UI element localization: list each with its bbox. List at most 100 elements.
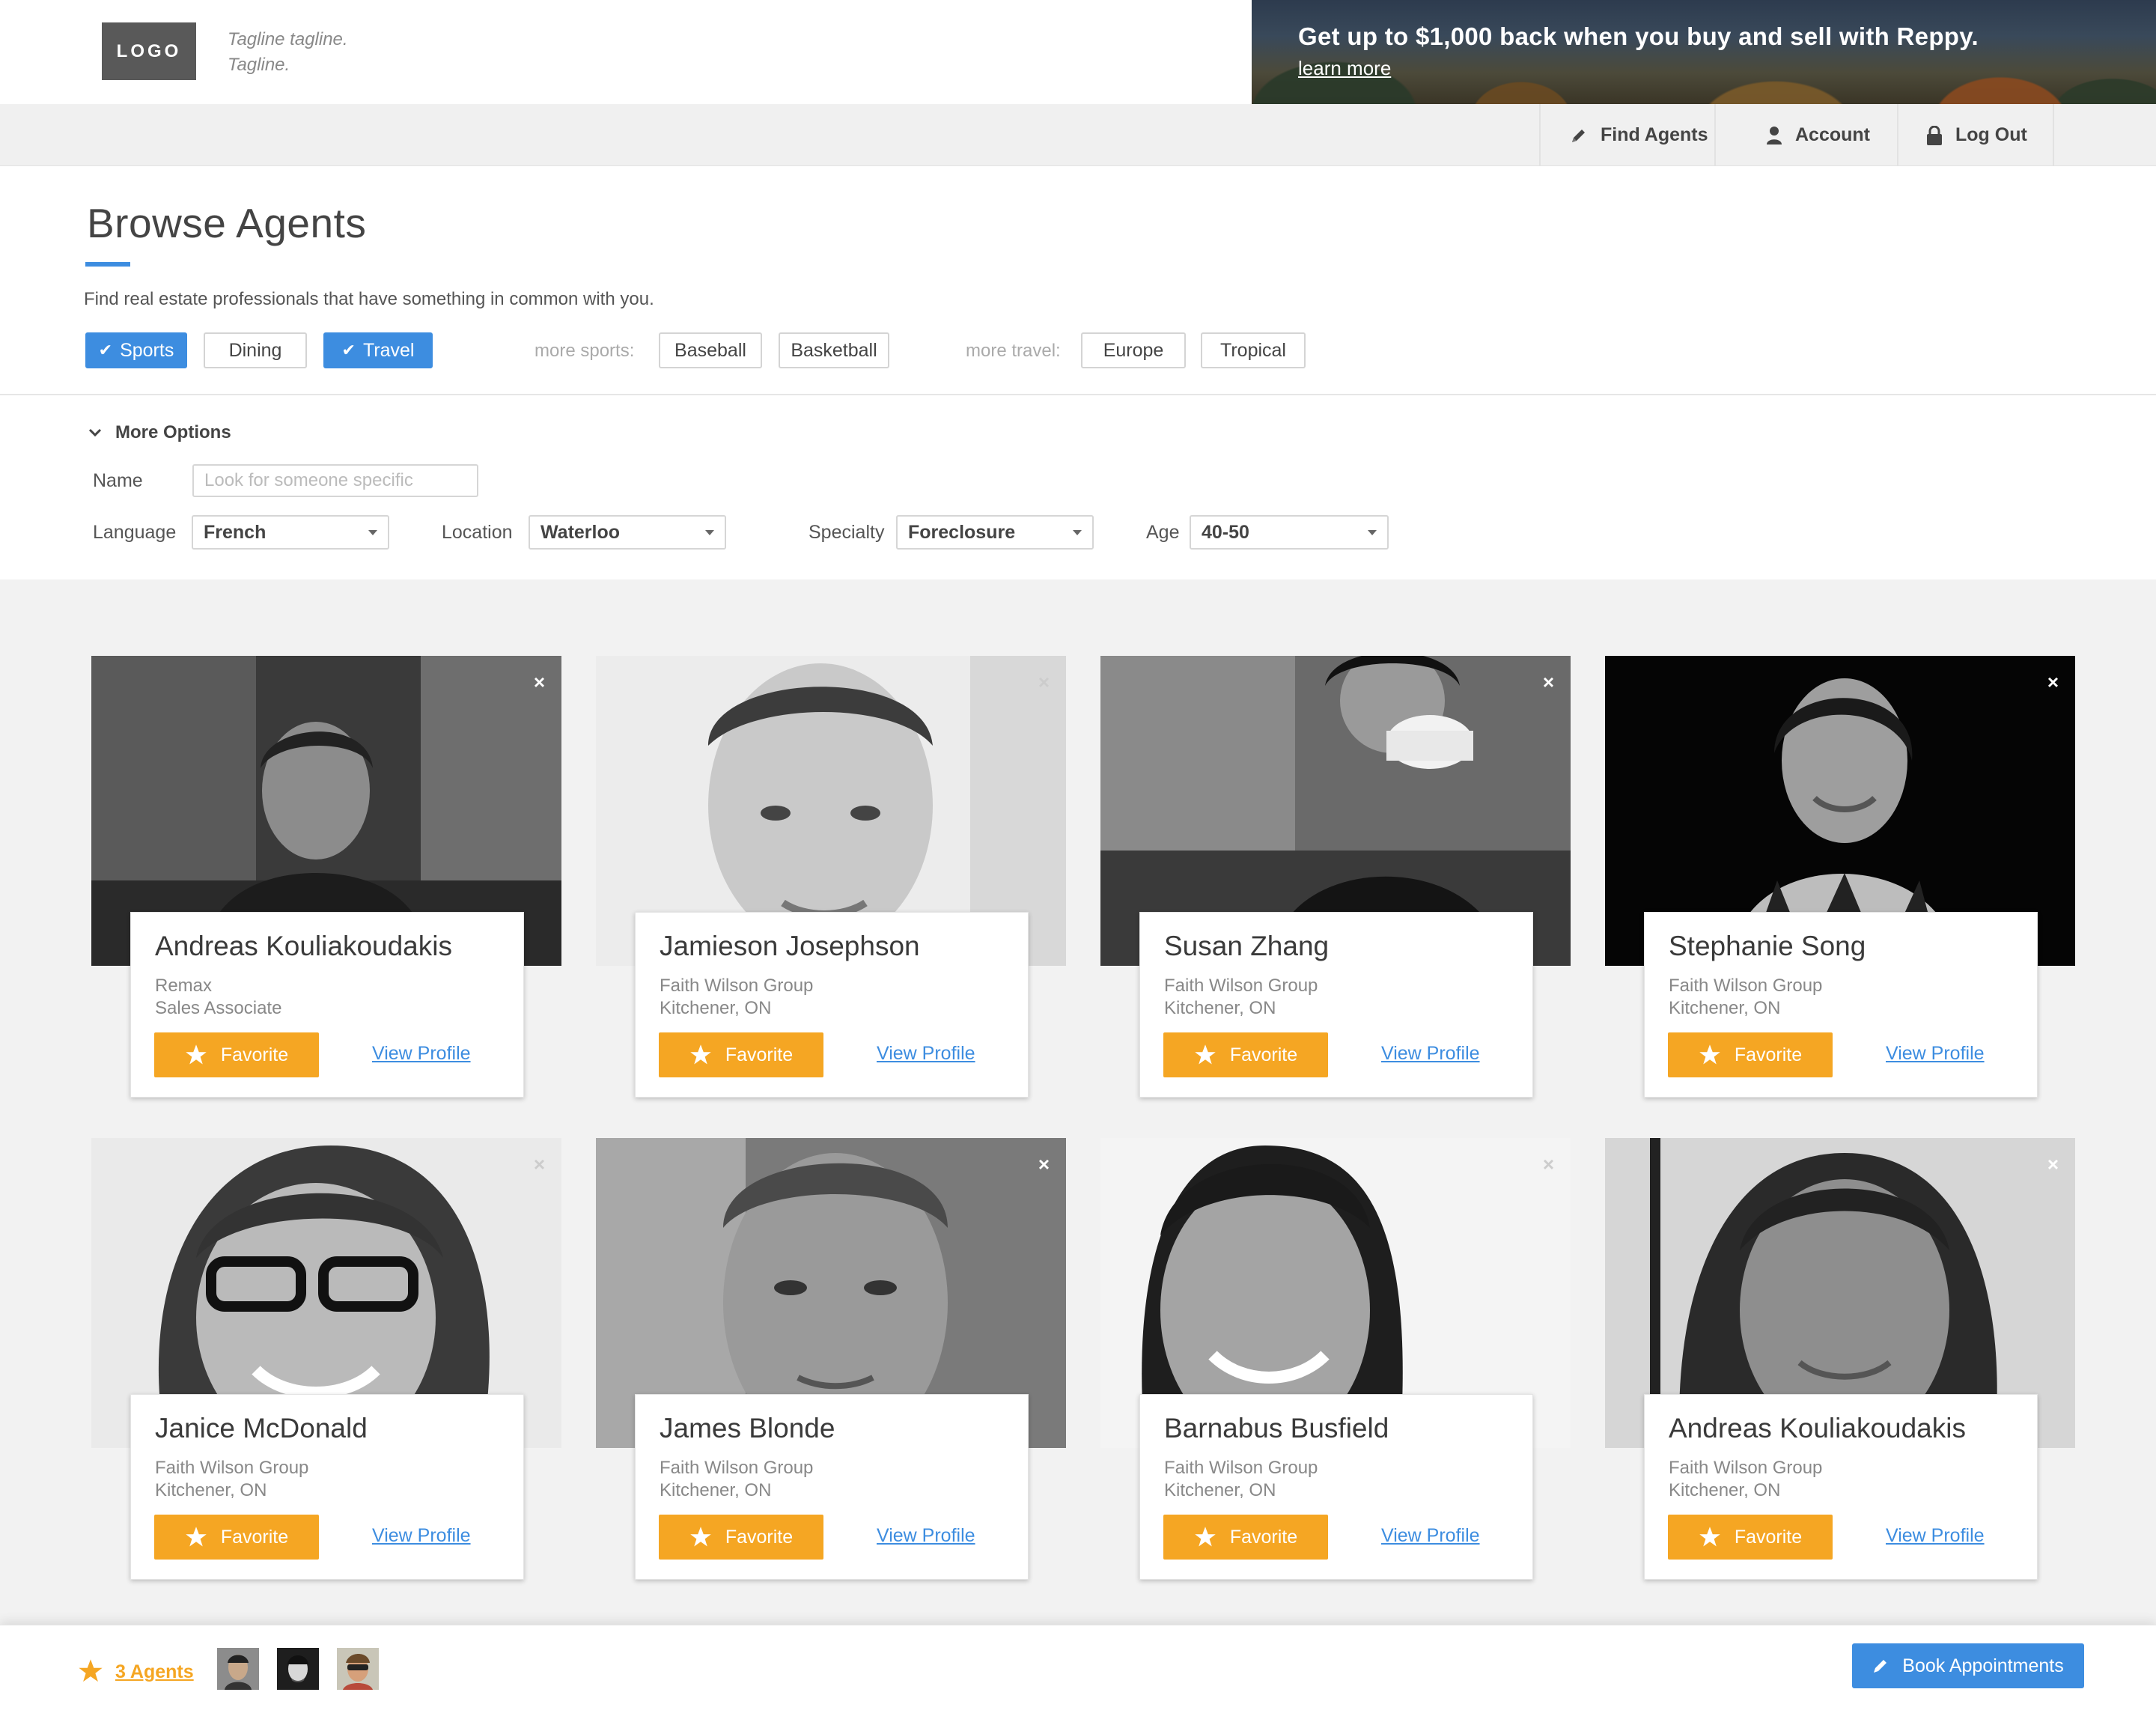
agent-name: Jamieson Josephson — [660, 931, 920, 961]
agent-thumbnail[interactable] — [277, 1648, 319, 1690]
more-options-label: More Options — [115, 422, 231, 442]
language-select-value: French — [204, 521, 267, 543]
favorite-button[interactable]: Favorite — [659, 1515, 823, 1560]
close-icon[interactable]: × — [534, 1154, 545, 1174]
caret-down-icon — [1073, 530, 1082, 535]
view-profile-link[interactable]: View Profile — [372, 1525, 471, 1547]
favorite-label: Favorite — [1734, 1044, 1803, 1065]
nav-account[interactable]: Account — [1714, 104, 1897, 166]
agent-card: × Susan Zhang Faith Wilson Group Kitchen… — [1100, 656, 1571, 1098]
view-profile-link[interactable]: View Profile — [1381, 1525, 1480, 1547]
agent-card: × Jamieson Josephson Faith Wilson Group … — [596, 656, 1066, 1098]
chip-baseball[interactable]: Baseball — [659, 332, 762, 368]
view-profile-link[interactable]: View Profile — [372, 1043, 471, 1065]
agent-thumbnail[interactable] — [217, 1648, 259, 1690]
language-select[interactable]: French — [192, 515, 389, 550]
caret-down-icon — [368, 530, 377, 535]
chip-sports-label: Sports — [120, 339, 174, 361]
agent-name: Stephanie Song — [1669, 931, 1866, 961]
chip-travel[interactable]: ✔ Travel — [323, 332, 433, 368]
close-icon[interactable]: × — [2047, 672, 2059, 692]
name-search-input[interactable] — [192, 464, 478, 497]
lock-icon — [1927, 125, 1942, 145]
age-label: Age — [1146, 522, 1180, 543]
more-travel-label: more travel: — [966, 341, 1061, 361]
view-profile-link[interactable]: View Profile — [877, 1043, 975, 1065]
star-icon — [1699, 1044, 1720, 1065]
top-header: LOGO Tagline tagline. Tagline. Get up to… — [0, 0, 2156, 104]
chip-europe[interactable]: Europe — [1081, 332, 1186, 368]
favorite-button[interactable]: Favorite — [1668, 1032, 1833, 1077]
agent-title: Sales Associate — [155, 998, 282, 1018]
favorite-button[interactable]: Favorite — [1163, 1515, 1328, 1560]
agent-location: Kitchener, ON — [1669, 1480, 1781, 1500]
more-options-toggle[interactable]: More Options — [88, 422, 231, 443]
user-icon — [1767, 126, 1782, 144]
agent-brokerage: Faith Wilson Group — [660, 1458, 814, 1478]
agent-brokerage: Faith Wilson Group — [1669, 976, 1823, 996]
view-profile-link[interactable]: View Profile — [1886, 1525, 1985, 1547]
logo[interactable]: LOGO — [102, 22, 196, 80]
favorite-button[interactable]: Favorite — [154, 1515, 319, 1560]
favorite-label: Favorite — [725, 1044, 794, 1065]
chip-tropical[interactable]: Tropical — [1201, 332, 1306, 368]
close-icon[interactable]: × — [1038, 1154, 1050, 1174]
nav-find-agents[interactable]: Find Agents — [1539, 104, 1714, 166]
tagline: Tagline tagline. Tagline. — [228, 27, 348, 78]
age-select[interactable]: 40-50 — [1190, 515, 1389, 550]
learn-more-link[interactable]: learn more — [1298, 57, 1391, 80]
agent-info-card: Andreas Kouliakoudakis Remax Sales Assoc… — [130, 912, 524, 1098]
agent-location: Kitchener, ON — [1164, 1480, 1276, 1500]
close-icon[interactable]: × — [1038, 672, 1050, 692]
star-icon — [186, 1044, 207, 1065]
favorited-agents-count[interactable]: 3 Agents — [115, 1661, 194, 1683]
specialty-select[interactable]: Foreclosure — [896, 515, 1094, 550]
view-profile-link[interactable]: View Profile — [1886, 1043, 1985, 1065]
browse-section: Browse Agents Find real estate professio… — [0, 166, 2156, 395]
chip-basketball[interactable]: Basketball — [779, 332, 889, 368]
chip-dining[interactable]: Dining — [204, 332, 307, 368]
view-profile-link[interactable]: View Profile — [1381, 1043, 1480, 1065]
close-icon[interactable]: × — [534, 672, 545, 692]
star-icon — [186, 1527, 207, 1547]
location-select[interactable]: Waterloo — [529, 515, 726, 550]
agent-name: Janice McDonald — [155, 1413, 368, 1443]
agent-info-card: James Blonde Faith Wilson Group Kitchene… — [635, 1394, 1029, 1580]
promo-banner: Get up to $1,000 back when you buy and s… — [1252, 0, 2156, 104]
close-icon[interactable]: × — [1543, 1154, 1554, 1174]
agent-location: Kitchener, ON — [1669, 998, 1781, 1018]
favorite-button[interactable]: Favorite — [154, 1032, 319, 1077]
agent-info-card: Susan Zhang Faith Wilson Group Kitchener… — [1139, 912, 1533, 1098]
agent-brokerage: Faith Wilson Group — [1164, 1458, 1318, 1478]
book-appointments-button[interactable]: Book Appointments — [1852, 1643, 2084, 1688]
nav-find-agents-label: Find Agents — [1601, 124, 1708, 145]
view-profile-link[interactable]: View Profile — [877, 1525, 975, 1547]
favorite-button[interactable]: Favorite — [1163, 1032, 1328, 1077]
favorite-button[interactable]: Favorite — [659, 1032, 823, 1077]
nav-account-label: Account — [1795, 124, 1870, 145]
star-icon — [1195, 1527, 1216, 1547]
main-nav: Find Agents Account Log Out — [0, 104, 2156, 166]
agent-thumbnail[interactable] — [337, 1648, 379, 1690]
star-icon — [690, 1527, 711, 1547]
agent-info-card: Barnabus Busfield Faith Wilson Group Kit… — [1139, 1394, 1533, 1580]
age-select-value: 40-50 — [1202, 521, 1249, 543]
agent-card: × Janice McDonald Faith Wilson Group Kit… — [91, 1138, 561, 1580]
specialty-select-value: Foreclosure — [908, 521, 1016, 543]
agent-location: Kitchener, ON — [660, 998, 772, 1018]
selection-footer-bar: 3 Agents Book Appointments — [0, 1625, 2156, 1719]
book-appointments-label: Book Appointments — [1902, 1655, 2064, 1676]
close-icon[interactable]: × — [1543, 672, 1554, 692]
pencil-icon — [1572, 129, 1585, 142]
chip-sports[interactable]: ✔ Sports — [85, 332, 187, 368]
agent-card: × Andreas Kouliakoudakis Faith Wilson Gr… — [1605, 1138, 2075, 1580]
agent-brokerage: Remax — [155, 976, 213, 996]
star-icon — [690, 1044, 711, 1065]
agent-name: James Blonde — [660, 1413, 835, 1443]
close-icon[interactable]: × — [2047, 1154, 2059, 1174]
agent-location: Kitchener, ON — [1164, 998, 1276, 1018]
agent-info-card: Andreas Kouliakoudakis Faith Wilson Grou… — [1644, 1394, 2038, 1580]
nav-log-out[interactable]: Log Out — [1897, 104, 2054, 166]
favorite-button[interactable]: Favorite — [1668, 1515, 1833, 1560]
nav-log-out-label: Log Out — [1955, 124, 2027, 145]
